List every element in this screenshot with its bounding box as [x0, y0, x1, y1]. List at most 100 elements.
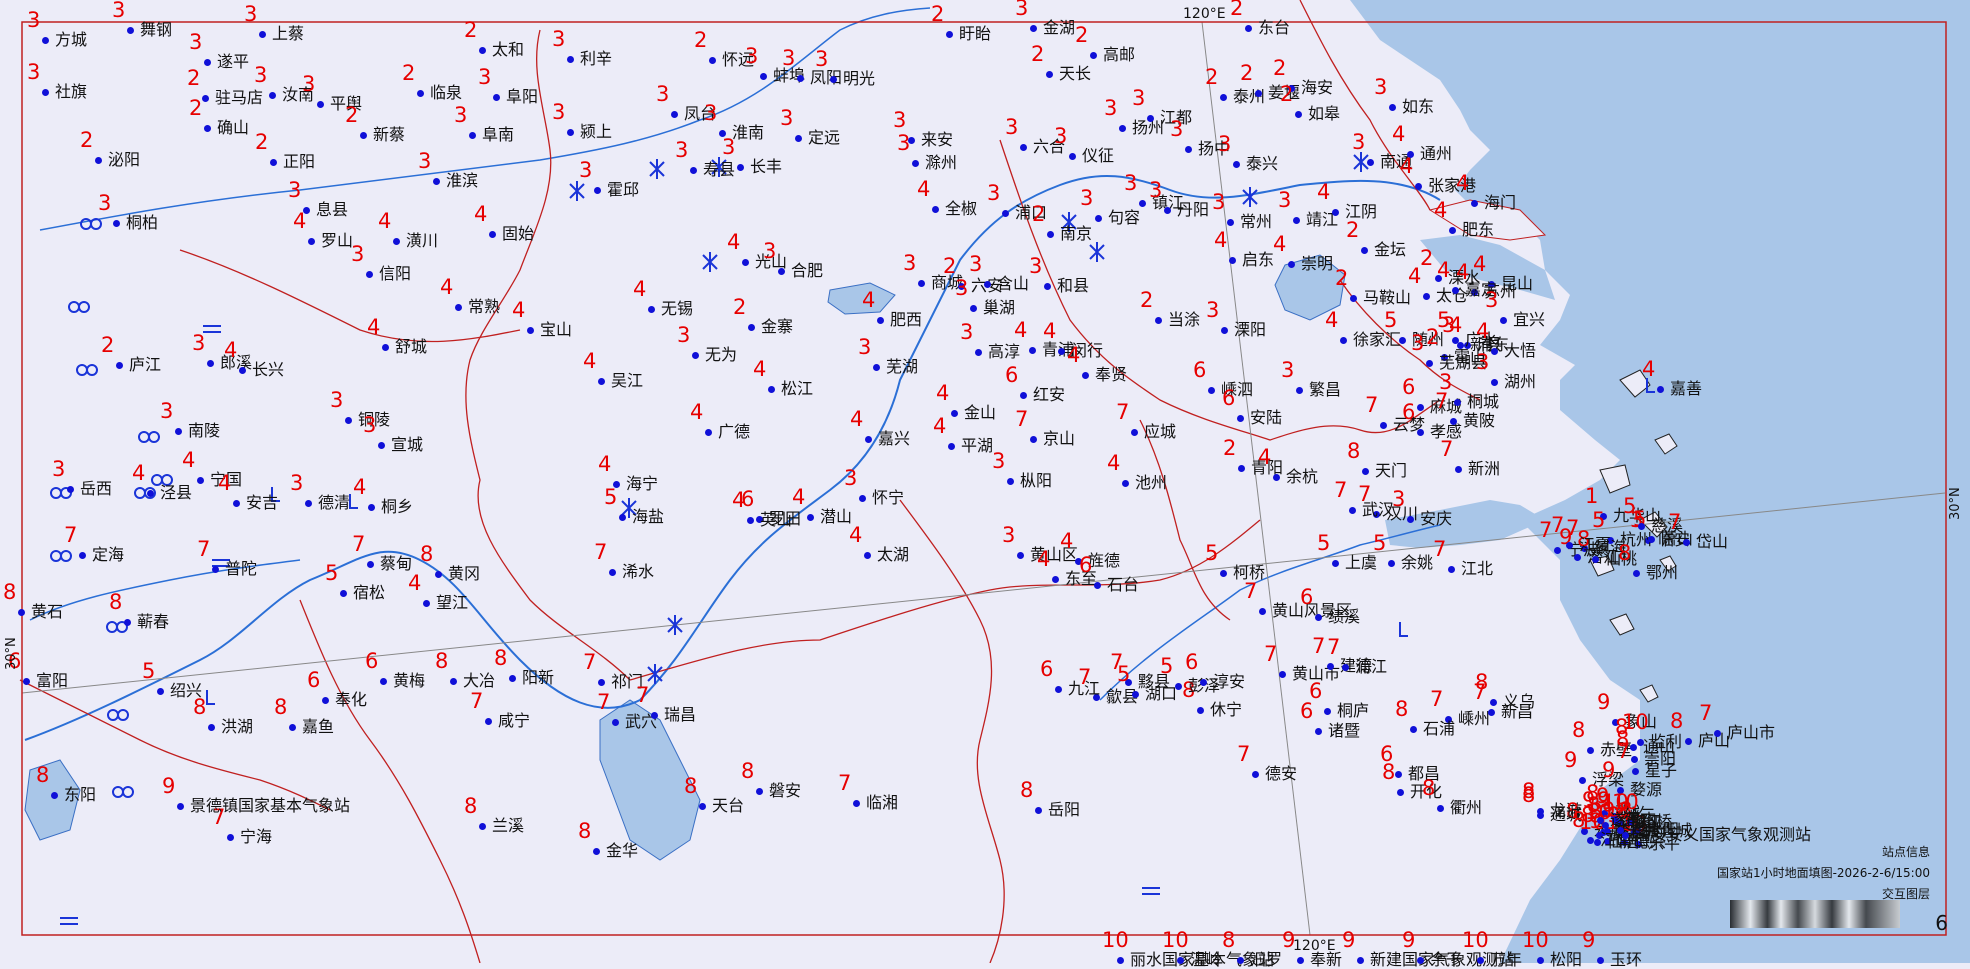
station-marker[interactable] [1090, 52, 1097, 59]
station-marker[interactable] [651, 712, 658, 719]
station-marker[interactable] [479, 823, 486, 830]
station-marker[interactable] [366, 271, 373, 278]
station-marker[interactable] [1380, 422, 1387, 429]
station-marker[interactable] [1342, 664, 1349, 671]
station-marker[interactable] [1119, 125, 1126, 132]
station-marker[interactable] [1657, 386, 1664, 393]
station-marker[interactable] [1017, 552, 1024, 559]
station-marker[interactable] [157, 688, 164, 695]
station-marker[interactable] [975, 349, 982, 356]
station-marker[interactable] [756, 788, 763, 795]
station-marker[interactable] [594, 187, 601, 194]
station-marker[interactable] [1002, 210, 1009, 217]
station-marker[interactable] [1340, 337, 1347, 344]
station-marker[interactable] [1633, 570, 1640, 577]
station-marker[interactable] [865, 436, 872, 443]
station-marker[interactable] [1131, 429, 1138, 436]
station-marker[interactable] [1448, 566, 1455, 573]
station-marker[interactable] [1423, 293, 1430, 300]
station-marker[interactable] [1490, 699, 1497, 706]
station-marker[interactable] [423, 600, 430, 607]
station-marker[interactable] [1233, 161, 1240, 168]
station-marker[interactable] [469, 132, 476, 139]
station-marker[interactable] [1455, 466, 1462, 473]
station-marker[interactable] [1622, 832, 1629, 839]
station-marker[interactable] [1229, 257, 1236, 264]
station-marker[interactable] [1587, 747, 1594, 754]
station-marker[interactable] [489, 231, 496, 238]
station-marker[interactable] [1452, 337, 1459, 344]
station-marker[interactable] [1220, 94, 1227, 101]
station-marker[interactable] [239, 367, 246, 374]
station-marker[interactable] [1052, 576, 1059, 583]
station-marker[interactable] [177, 803, 184, 810]
station-marker[interactable] [212, 566, 219, 573]
station-marker[interactable] [1029, 347, 1036, 354]
station-marker[interactable] [124, 619, 131, 626]
station-marker[interactable] [1279, 671, 1286, 678]
station-marker[interactable] [1237, 415, 1244, 422]
station-marker[interactable] [912, 160, 919, 167]
station-marker[interactable] [859, 495, 866, 502]
station-marker[interactable] [1450, 418, 1457, 425]
station-marker[interactable] [1221, 327, 1228, 334]
station-marker[interactable] [1044, 283, 1051, 290]
station-marker[interactable] [853, 800, 860, 807]
station-marker[interactable] [23, 678, 30, 685]
station-marker[interactable] [378, 442, 385, 449]
station-marker[interactable] [175, 428, 182, 435]
station-marker[interactable] [1407, 516, 1414, 523]
station-marker[interactable] [360, 132, 367, 139]
station-marker[interactable] [367, 561, 374, 568]
station-marker[interactable] [951, 410, 958, 417]
station-marker[interactable] [233, 500, 240, 507]
station-marker[interactable] [1632, 768, 1639, 775]
station-marker[interactable] [1315, 614, 1322, 621]
weather-station-map[interactable]: 3 方城 3 舞钢 3 上蔡 3 社旗 3 遂平 2 驻马店 3 汝南 3 平舆 2 确山 2 泌阳 2 正阳 2 太和 2 临泉… [0, 0, 1970, 968]
station-marker[interactable] [1388, 560, 1395, 567]
station-marker[interactable] [1471, 200, 1478, 207]
station-marker[interactable] [1046, 71, 1053, 78]
station-marker[interactable] [1324, 708, 1331, 715]
station-marker[interactable] [1175, 683, 1182, 690]
station-marker[interactable] [807, 514, 814, 521]
station-marker[interactable] [598, 378, 605, 385]
station-marker[interactable] [1208, 387, 1215, 394]
station-marker[interactable] [95, 157, 102, 164]
station-marker[interactable] [946, 31, 953, 38]
station-marker[interactable] [1638, 523, 1645, 530]
station-marker[interactable] [1648, 536, 1655, 543]
station-marker[interactable] [147, 490, 154, 497]
station-marker[interactable] [1454, 399, 1461, 406]
station-marker[interactable] [1245, 25, 1252, 32]
station-marker[interactable] [1132, 691, 1139, 698]
station-marker[interactable] [797, 75, 804, 82]
station-marker[interactable] [509, 675, 516, 682]
station-marker[interactable] [345, 417, 352, 424]
station-marker[interactable] [1488, 709, 1495, 716]
station-marker[interactable] [269, 92, 276, 99]
page-number[interactable]: 6 [1935, 911, 1948, 935]
station-marker[interactable] [1683, 539, 1690, 546]
station-marker[interactable] [1395, 771, 1402, 778]
station-marker[interactable] [1597, 817, 1604, 824]
station-marker[interactable] [1295, 111, 1302, 118]
station-marker[interactable] [479, 47, 486, 54]
station-marker[interactable] [1020, 144, 1027, 151]
station-marker[interactable] [1452, 287, 1459, 294]
station-marker[interactable] [1685, 738, 1692, 745]
station-marker[interactable] [1030, 436, 1037, 443]
station-marker[interactable] [18, 609, 25, 616]
station-marker[interactable] [1327, 663, 1334, 670]
station-marker[interactable] [1047, 231, 1054, 238]
station-marker[interactable] [877, 317, 884, 324]
station-marker[interactable] [1349, 507, 1356, 514]
station-marker[interactable] [567, 129, 574, 136]
station-marker[interactable] [1069, 153, 1076, 160]
station-marker[interactable] [435, 571, 442, 578]
station-marker[interactable] [1259, 608, 1266, 615]
station-marker[interactable] [830, 76, 837, 83]
station-marker[interactable] [864, 552, 871, 559]
station-marker[interactable] [705, 429, 712, 436]
station-marker[interactable] [1491, 348, 1498, 355]
